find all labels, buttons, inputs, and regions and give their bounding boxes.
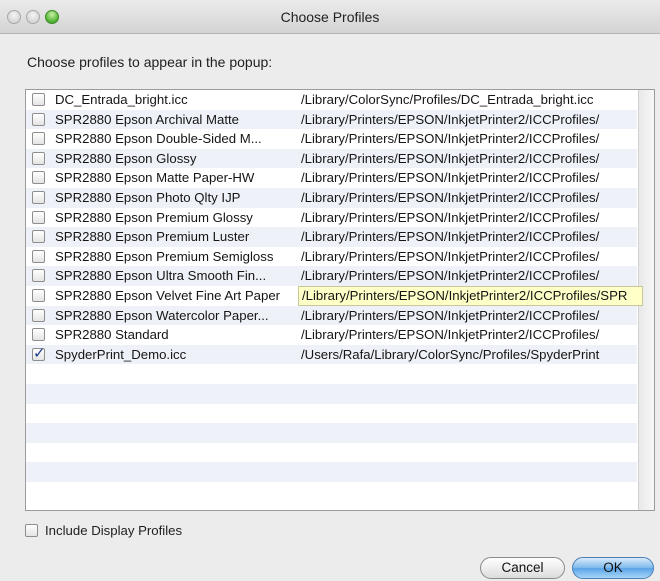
checkmark-icon: ✓: [33, 344, 46, 362]
profile-path: /Library/Printers/EPSON/InkjetPrinter2/I…: [301, 150, 600, 166]
profile-name: SPR2880 Epson Double-Sided M...: [55, 131, 262, 147]
profile-name: DC_Entrada_bright.icc: [55, 92, 188, 107]
profile-row[interactable]: ✓ SPR2880 Epson Premium Glossy/Library/Pr…: [26, 208, 637, 228]
profile-name: SPR2880 Epson Watercolor Paper...: [55, 307, 269, 323]
include-display-checkbox[interactable]: ✓: [25, 524, 38, 537]
profile-name: SPR2880 Epson Photo Qlty IJP: [55, 189, 241, 205]
empty-row: [26, 364, 637, 384]
profile-path: /Library/Printers/EPSON/InkjetPrinter2/I…: [301, 248, 600, 264]
profile-checkbox[interactable]: ✓: [32, 210, 45, 224]
empty-row: [26, 404, 637, 424]
profile-row[interactable]: ✓ SPR2880 Epson Glossy/Library/Printers/E…: [26, 148, 637, 169]
profile-row[interactable]: ✓ SPR2880 Epson Premium Semigloss/Library…: [26, 247, 637, 267]
profile-path: /Library/Printers/EPSON/InkjetPrinter2/I…: [301, 268, 600, 284]
title-bar[interactable]: Choose Profiles: [0, 0, 660, 34]
include-display-label: Include Display Profiles: [45, 523, 183, 538]
empty-row: [26, 423, 637, 443]
profile-path: /Library/Printers/EPSON/InkjetPrinter2/I…: [301, 307, 600, 323]
profile-name: SPR2880 Epson Premium Semigloss: [55, 248, 274, 264]
profile-checkbox[interactable]: ✓: [32, 190, 45, 204]
profile-path-tooltip: /Library/Printers/EPSON/InkjetPrinter2/I…: [298, 285, 643, 306]
prompt-label: Choose profiles to appear in the popup:: [27, 54, 273, 70]
profile-checkbox[interactable]: ✓: [32, 308, 45, 322]
profile-name: SPR2880 Epson Premium Luster: [55, 229, 250, 245]
profile-checkbox[interactable]: ✓: [32, 132, 45, 146]
profile-row[interactable]: ✓ SPR2880 Epson Photo Qlty IJP/Library/Pr…: [26, 187, 637, 208]
window-title: Choose Profiles: [280, 9, 380, 25]
profile-name: SPR2880 Epson Premium Glossy: [55, 209, 253, 225]
profile-row[interactable]: ✓ SPR2880 Epson Double-Sided M... /Library…: [26, 129, 637, 149]
profile-row[interactable]: ✓ SpyderPrint_Demo.icc/Users/Rafa/Library…: [26, 344, 637, 365]
profile-checkbox[interactable]: ✓: [32, 249, 45, 263]
cancel-button[interactable]: Cancel: [480, 557, 565, 579]
profile-path: /Library/Printers/EPSON/InkjetPrinter2/I…: [301, 209, 600, 225]
empty-row: [26, 443, 637, 463]
profile-path: /Users/Rafa/Library/ColorSync/Profiles/S…: [301, 346, 600, 362]
profile-checkbox[interactable]: ✓: [32, 328, 45, 342]
choose-profiles-window: Choose Profiles Choose profiles to appea…: [0, 0, 660, 581]
profile-name: SPR2880 Epson Velvet Fine Art Paper: [55, 287, 281, 303]
profile-row[interactable]: ✓ SPR2880 Epson Ultra Smooth Fin... /Libra…: [26, 266, 637, 286]
profile-name: SPR2880 Epson Archival Matte: [55, 111, 239, 127]
empty-row: [26, 482, 637, 502]
profile-path: /Library/ColorSync/Profiles/DC_Entrada_b…: [301, 92, 594, 107]
empty-row: [26, 383, 637, 404]
profile-row[interactable]: ✓ DC_Entrada_bright.icc/Library/ColorSync…: [26, 90, 637, 110]
profile-path: /Library/Printers/EPSON/InkjetPrinter2/I…: [301, 229, 600, 245]
profile-checkbox[interactable]: ✓: [32, 230, 45, 244]
profile-name: SPR2880 Epson Ultra Smooth Fin...: [55, 268, 267, 284]
empty-row: [26, 462, 637, 482]
profile-row[interactable]: ✓ SPR2880 Epson Velvet Fine Art Paper/Lib…: [26, 285, 643, 306]
profile-name: SPR2880 Epson Matte Paper-HW: [55, 170, 255, 186]
profile-path: /Library/Printers/EPSON/InkjetPrinter2/I…: [301, 131, 600, 147]
profile-checkbox[interactable]: ✓: [32, 93, 45, 106]
ok-button[interactable]: OK: [572, 557, 654, 579]
profile-path: /Library/Printers/EPSON/InkjetPrinter2/I…: [301, 327, 600, 343]
profile-checkbox[interactable]: ✓: [32, 288, 45, 302]
profile-checkbox[interactable]: ✓: [32, 269, 45, 283]
profile-path: /Library/Printers/EPSON/InkjetPrinter2/I…: [301, 189, 600, 205]
profile-row[interactable]: ✓ SPR2880 Epson Watercolor Paper... /Libra…: [26, 305, 637, 326]
profiles-rows: ✓ DC_Entrada_bright.icc/Library/ColorSync…: [26, 90, 643, 502]
profile-checkbox[interactable]: ✓: [32, 112, 45, 126]
profile-name: SpyderPrint_Demo.icc: [55, 346, 187, 362]
profile-checkbox[interactable]: ✓: [32, 345, 46, 362]
profile-row[interactable]: ✓ SPR2880 Epson Matte Paper-HW/Library/Pr…: [26, 168, 637, 188]
profile-checkbox[interactable]: ✓: [32, 151, 45, 165]
profile-checkbox[interactable]: ✓: [32, 171, 45, 185]
profile-name: SPR2880 Standard: [55, 327, 169, 343]
profile-path: /Library/Printers/EPSON/InkjetPrinter2/I…: [301, 170, 600, 186]
profile-row[interactable]: ✓ SPR2880 Standard/Library/Printers/EPSON…: [26, 325, 637, 345]
profile-path: /Library/Printers/EPSON/InkjetPrinter2/I…: [301, 111, 600, 127]
profile-row[interactable]: ✓ SPR2880 Epson Premium Luster/Library/Pr…: [26, 227, 637, 247]
profiles-list[interactable]: ✓ DC_Entrada_bright.icc/Library/ColorSync…: [25, 89, 655, 511]
profile-row[interactable]: ✓ SPR2880 Epson Archival Matte/Library/Pr…: [26, 109, 637, 130]
profile-name: SPR2880 Epson Glossy: [55, 150, 197, 166]
